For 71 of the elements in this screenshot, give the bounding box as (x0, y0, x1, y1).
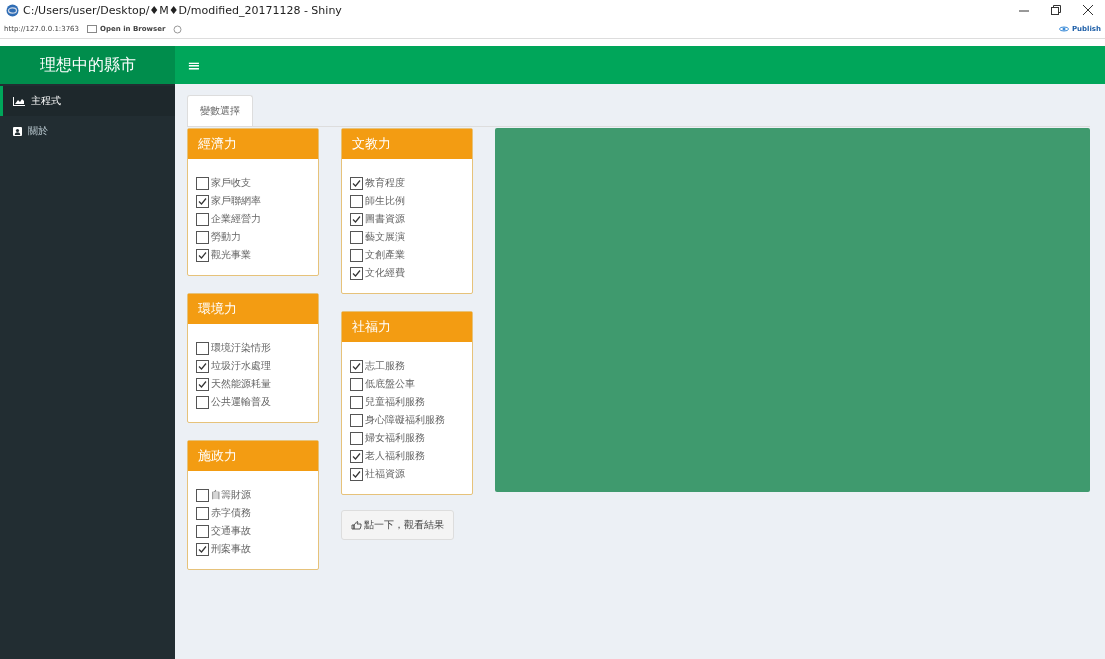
checkbox[interactable] (350, 431, 363, 445)
checkbox-label: 低底盤公車 (365, 377, 415, 391)
checkbox-label: 家戶收支 (211, 176, 251, 190)
card-header: 文教力 (342, 129, 472, 159)
checkbox[interactable] (196, 377, 209, 391)
checkbox-label: 自籌財源 (211, 488, 251, 502)
checkbox[interactable] (196, 341, 209, 355)
tab[interactable]: 變數選擇 (187, 95, 253, 126)
sidebar-item[interactable]: 主程式 (0, 86, 175, 116)
app-title: 理想中的縣市 (0, 46, 175, 84)
checkbox[interactable] (196, 248, 209, 262)
view-results-button[interactable]: 點一下，觀看結果 (341, 510, 454, 540)
checkbox-label: 公共運輸普及 (211, 395, 271, 409)
checkbox[interactable] (196, 359, 209, 373)
checkbox-label: 垃圾汙水處理 (211, 359, 271, 373)
checkbox-label: 兒童福利服務 (365, 395, 425, 409)
checkbox-label: 勞動力 (211, 230, 241, 244)
checkbox[interactable] (196, 176, 209, 190)
checkbox-label: 交通事故 (211, 524, 251, 538)
checkbox-label: 志工服務 (365, 359, 405, 373)
checkbox-label: 社福資源 (365, 467, 405, 481)
checkbox-label: 赤字債務 (211, 506, 251, 520)
checkbox[interactable] (350, 212, 363, 226)
checkbox-label: 身心障礙福利服務 (365, 413, 445, 427)
checkbox[interactable] (350, 176, 363, 190)
r-logo-icon (6, 3, 19, 17)
card-header: 施政力 (188, 441, 318, 471)
checkbox[interactable] (196, 212, 209, 226)
thumbs-up-icon (351, 520, 362, 530)
checkbox-label: 教育程度 (365, 176, 405, 190)
user-icon (13, 126, 22, 136)
card-header: 經濟力 (188, 129, 318, 159)
checkbox-label: 老人福利服務 (365, 449, 425, 463)
checkbox-label: 天然能源耗量 (211, 377, 271, 391)
checkbox[interactable] (350, 467, 363, 481)
area-chart-icon (13, 96, 25, 106)
checkbox[interactable] (350, 248, 363, 262)
checkbox[interactable] (196, 395, 209, 409)
checkbox[interactable] (350, 395, 363, 409)
eye-icon (1058, 25, 1069, 33)
checkbox[interactable] (196, 194, 209, 208)
checkbox-label: 刑案事故 (211, 542, 251, 556)
checkbox[interactable] (350, 359, 363, 373)
checkbox[interactable] (350, 449, 363, 463)
checkbox[interactable] (196, 524, 209, 538)
checkbox-label: 師生比例 (365, 194, 405, 208)
checkbox-label: 觀光事業 (211, 248, 251, 262)
checkbox[interactable] (350, 413, 363, 427)
window-title: C:/Users/user/Desktop/♦M♦D/modified_20171128 - Shiny (23, 3, 342, 17)
restore-icon[interactable] (1051, 5, 1061, 15)
checkbox[interactable] (350, 194, 363, 208)
sidebar-item[interactable]: 關於 (0, 116, 175, 146)
checkbox-label: 環境汙染情形 (211, 341, 271, 355)
checkbox-label: 企業經營力 (211, 212, 261, 226)
card-header: 環境力 (188, 294, 318, 324)
checkbox[interactable] (350, 266, 363, 280)
card-header: 社福力 (342, 312, 472, 342)
checkbox[interactable] (196, 230, 209, 244)
checkbox-label: 藝文展演 (365, 230, 405, 244)
window-icon (87, 25, 97, 33)
checkbox-label: 家戶聯網率 (211, 194, 261, 208)
checkbox-label: 文化經費 (365, 266, 405, 280)
checkbox[interactable] (196, 488, 209, 502)
checkbox-label: 文創產業 (365, 248, 405, 262)
checkbox[interactable] (350, 377, 363, 391)
checkbox[interactable] (196, 506, 209, 520)
checkbox[interactable] (196, 542, 209, 556)
close-icon[interactable] (1083, 5, 1093, 15)
checkbox-label: 婦女福利服務 (365, 431, 425, 445)
checkbox[interactable] (350, 230, 363, 244)
checkbox-label: 圖書資源 (365, 212, 405, 226)
